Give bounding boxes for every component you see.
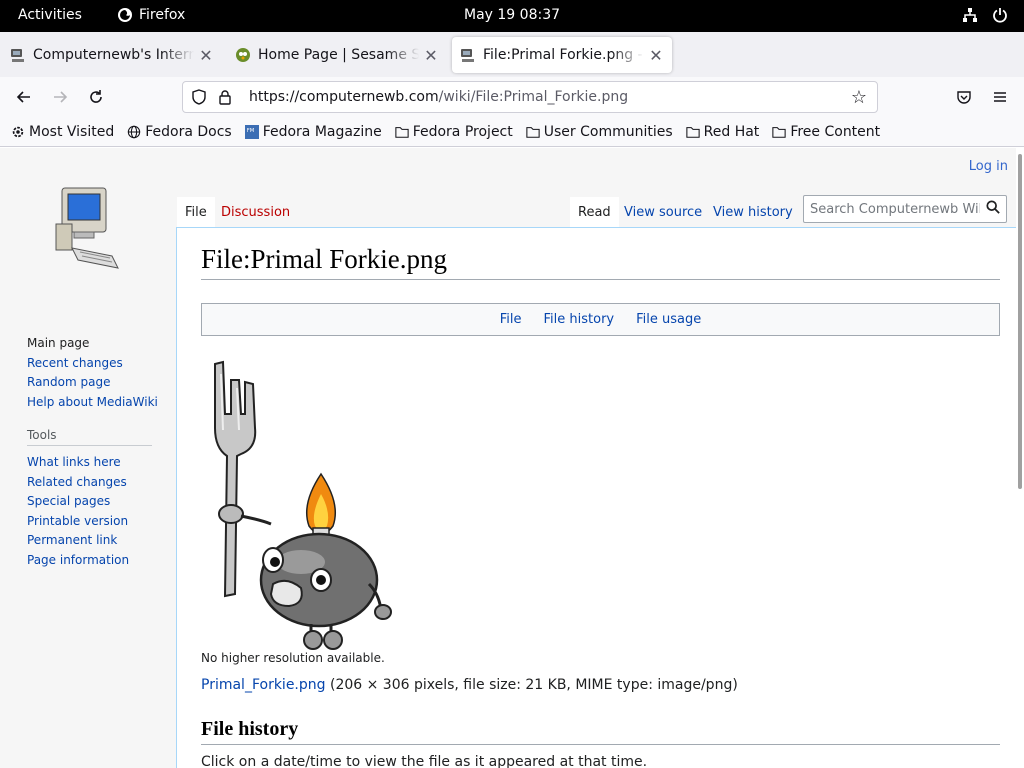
folder-icon — [772, 126, 786, 138]
navigation-toolbar: https://computernewb.com/wiki/File:Prima… — [0, 77, 1024, 117]
bookmark-fedora-magazine[interactable]: FM Fedora Magazine — [244, 123, 382, 140]
tool-printable-version[interactable]: Printable version — [27, 512, 129, 532]
tool-permanent-link[interactable]: Permanent link — [27, 531, 129, 551]
power-icon — [993, 8, 1007, 23]
svg-text:FM: FM — [246, 128, 254, 134]
bookmarks-toolbar: Most Visited Fedora Docs FM Fedora Magaz… — [0, 117, 1024, 147]
tab-title: File:Primal Forkie.png - Computernewb — [483, 47, 644, 63]
computernewb-favicon-icon — [10, 47, 26, 63]
bookmark-label: Fedora Docs — [145, 123, 232, 140]
url-text[interactable]: https://computernewb.com/wiki/File:Prima… — [249, 89, 847, 105]
pocket-icon[interactable] — [952, 85, 976, 109]
back-icon[interactable] — [12, 85, 36, 109]
web-page: Log in Main page Recent changes Random p… — [0, 148, 1016, 768]
fm-icon: FM — [244, 124, 259, 139]
original-file-link[interactable]: Primal_Forkie.png — [201, 677, 326, 693]
app-name: Firefox — [139, 7, 186, 23]
tab-file[interactable]: File — [177, 197, 215, 228]
bookmark-label: User Communities — [543, 123, 673, 140]
tool-special-pages[interactable]: Special pages — [27, 492, 129, 512]
nav-random-page[interactable]: Random page — [27, 373, 158, 393]
close-tab-icon[interactable]: ✕ — [423, 46, 439, 65]
file-toc: File File history File usage — [201, 303, 1000, 336]
bookmark-fedora-docs[interactable]: Fedora Docs — [127, 123, 232, 140]
bookmark-star-icon[interactable]: ☆ — [847, 87, 871, 108]
tracking-shield-icon[interactable] — [189, 89, 209, 105]
no-higher-resolution-note: No higher resolution available. — [201, 651, 385, 665]
clock[interactable]: May 19 08:37 — [464, 7, 560, 23]
nav-recent-changes[interactable]: Recent changes — [27, 354, 158, 374]
tab-strip: Computernewb's Internet ✕ Home Page | Se… — [0, 32, 1024, 97]
close-tab-icon[interactable]: ✕ — [648, 46, 664, 65]
activities-button[interactable]: Activities — [18, 7, 82, 23]
file-info: Primal_Forkie.png (206 × 306 pixels, fil… — [201, 677, 738, 693]
file-history-heading: File history — [201, 718, 1000, 745]
lock-icon[interactable] — [215, 89, 235, 105]
site-logo[interactable] — [48, 184, 128, 274]
url-host: https://computernewb.com — [249, 89, 439, 105]
site-navigation: Main page Recent changes Random page Hel… — [27, 334, 158, 412]
page-title: File:Primal Forkie.png — [201, 244, 1000, 280]
search-placeholder: Search Computernewb Wiki — [810, 201, 980, 217]
tab-title: Home Page | Sesame Street — [258, 47, 419, 63]
bookmark-free-content[interactable]: Free Content — [772, 124, 880, 140]
gear-icon — [12, 126, 24, 137]
globe-icon — [128, 125, 141, 138]
tool-related-changes[interactable]: Related changes — [27, 473, 129, 493]
bookmark-label: Fedora Magazine — [262, 123, 382, 140]
tab-computernewb-internet[interactable]: Computernewb's Internet ✕ — [2, 37, 222, 73]
nav-main-page[interactable]: Main page — [27, 334, 158, 354]
tab-primal-forkie[interactable]: File:Primal Forkie.png - Computernewb ✕ — [452, 37, 672, 73]
wiki-search-input[interactable]: Search Computernewb Wiki — [803, 195, 1007, 223]
url-bar[interactable]: https://computernewb.com/wiki/File:Prima… — [182, 81, 878, 113]
firefox-icon — [118, 8, 132, 22]
bookmark-fedora-project[interactable]: Fedora Project — [395, 124, 513, 140]
tab-sesame-street[interactable]: Home Page | Sesame Street ✕ — [227, 37, 447, 73]
primal-forkie-image[interactable] — [201, 344, 407, 650]
bookmark-label: Free Content — [790, 123, 881, 140]
tab-discussion[interactable]: Discussion — [213, 197, 298, 228]
file-meta: (206 × 306 pixels, file size: 21 KB, MIM… — [325, 677, 738, 693]
reload-icon[interactable] — [84, 85, 108, 109]
forward-icon[interactable] — [48, 85, 72, 109]
tool-page-information[interactable]: Page information — [27, 551, 129, 571]
network-icon — [963, 8, 977, 22]
app-menu[interactable]: Firefox — [117, 7, 185, 23]
bookmark-most-visited[interactable]: Most Visited — [11, 124, 114, 140]
folder-icon — [395, 126, 409, 138]
close-tab-icon[interactable]: ✕ — [198, 46, 214, 65]
bookmark-label: Red Hat — [703, 123, 760, 140]
folder-icon — [526, 126, 540, 138]
computernewb-favicon-icon — [460, 47, 476, 63]
bookmark-label: Fedora Project — [412, 123, 513, 140]
menu-icon[interactable] — [988, 85, 1012, 109]
tab-title: Computernewb's Internet — [33, 47, 194, 63]
toc-file-usage-link[interactable]: File usage — [636, 312, 701, 327]
bookmark-label: Most Visited — [29, 123, 115, 140]
login-link[interactable]: Log in — [969, 159, 1008, 174]
tab-view-source[interactable]: View source — [616, 197, 710, 228]
scrollbar-thumb[interactable] — [1018, 154, 1022, 489]
system-top-bar: Activities Firefox May 19 08:37 — [0, 0, 1024, 32]
page-scrollbar[interactable] — [1016, 148, 1024, 768]
tab-view-history[interactable]: View history — [705, 197, 801, 228]
search-icon[interactable] — [980, 200, 1006, 218]
nav-help-mediawiki[interactable]: Help about MediaWiki — [27, 393, 158, 413]
system-tray[interactable] — [962, 7, 1008, 23]
folder-icon — [686, 126, 700, 138]
toc-file-history-link[interactable]: File history — [544, 312, 615, 327]
tool-what-links-here[interactable]: What links here — [27, 453, 129, 473]
sesame-favicon-icon — [235, 47, 251, 63]
tab-read[interactable]: Read — [570, 197, 619, 228]
file-history-note: Click on a date/time to view the file as… — [201, 754, 648, 768]
tools-menu: What links here Related changes Special … — [27, 453, 129, 571]
tools-heading: Tools — [27, 428, 152, 446]
main-content: File:Primal Forkie.png File File history… — [176, 227, 1016, 768]
bookmark-red-hat[interactable]: Red Hat — [686, 123, 760, 140]
toc-file-link[interactable]: File — [500, 312, 522, 327]
bookmark-user-communities[interactable]: User Communities — [526, 124, 673, 140]
url-path: /wiki/File:Primal_Forkie.png — [438, 89, 629, 105]
